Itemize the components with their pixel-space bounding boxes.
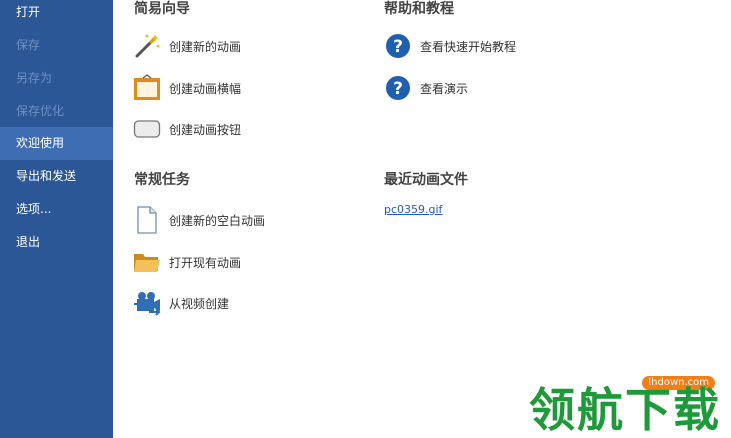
- create-new-animation-label: 创建新的动画: [169, 39, 242, 54]
- banner-frame-icon: [133, 74, 161, 102]
- view-demo-item[interactable]: ? 查看演示: [384, 73, 468, 103]
- svg-text:?: ?: [393, 79, 403, 99]
- magic-wand-icon: [133, 32, 161, 60]
- folder-icon: [133, 248, 161, 276]
- help-section-title: 帮助和教程: [384, 1, 454, 17]
- recent-file-link[interactable]: pc0359.gif: [384, 203, 442, 216]
- create-banner-label: 创建动画横幅: [169, 81, 242, 96]
- create-blank-animation-item[interactable]: 创建新的空白动画: [133, 205, 265, 235]
- wizard-section-title: 简易向导: [134, 1, 190, 17]
- quick-start-tutorial-item[interactable]: ? 查看快速开始教程: [384, 31, 516, 61]
- sidebar-item-save-as[interactable]: 另存为: [0, 62, 113, 95]
- sidebar-item-save[interactable]: 保存: [0, 29, 113, 62]
- watermark-text: 领航下载: [529, 383, 721, 437]
- help-circle-icon: ?: [384, 32, 412, 60]
- video-camera-icon: [133, 289, 161, 317]
- open-existing-animation-item[interactable]: 打开现有动画: [133, 247, 241, 277]
- sidebar: 打开 保存 另存为 保存优化 欢迎使用 导出和发送 选项... 退出: [0, 0, 113, 438]
- recent-files-section-title: 最近动画文件: [384, 172, 468, 188]
- tasks-section-title: 常规任务: [134, 172, 190, 188]
- sidebar-item-welcome[interactable]: 欢迎使用: [0, 127, 113, 160]
- sidebar-item-save-optimized[interactable]: 保存优化: [0, 95, 113, 128]
- sidebar-item-exit[interactable]: 退出: [0, 226, 113, 259]
- watermark: lhdown.com 领航下载: [521, 376, 721, 436]
- quick-start-tutorial-label: 查看快速开始教程: [420, 39, 517, 54]
- create-new-animation-item[interactable]: 创建新的动画: [133, 31, 241, 61]
- create-blank-animation-label: 创建新的空白动画: [169, 213, 266, 228]
- sidebar-item-open[interactable]: 打开: [0, 0, 113, 29]
- button-shape-icon: [133, 115, 161, 143]
- view-demo-label: 查看演示: [420, 81, 469, 96]
- create-button-item[interactable]: 创建动画按钮: [133, 114, 241, 144]
- sidebar-item-export-send[interactable]: 导出和发送: [0, 160, 113, 193]
- create-button-label: 创建动画按钮: [169, 122, 242, 137]
- create-from-video-label: 从视频创建: [169, 296, 230, 311]
- help-circle-icon: ?: [384, 74, 412, 102]
- svg-text:?: ?: [393, 37, 403, 57]
- open-existing-animation-label: 打开现有动画: [169, 255, 242, 270]
- create-banner-item[interactable]: 创建动画横幅: [133, 73, 241, 103]
- sidebar-item-options[interactable]: 选项...: [0, 193, 113, 226]
- create-from-video-item[interactable]: 从视频创建: [133, 288, 229, 318]
- blank-document-icon: [133, 206, 161, 234]
